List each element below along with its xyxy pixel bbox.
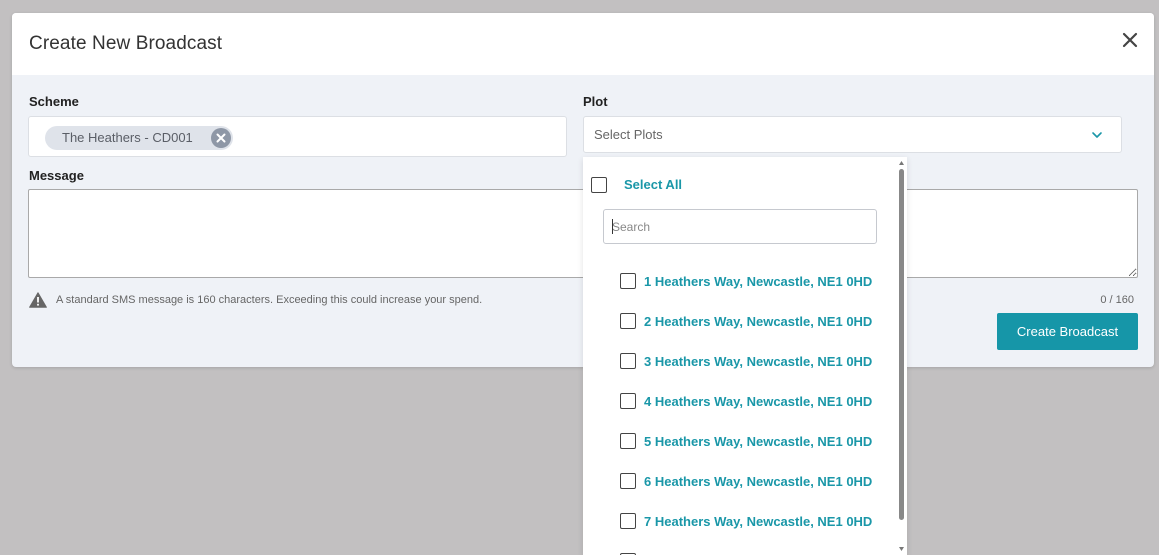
plot-option[interactable]: 4 Heathers Way, Newcastle, NE1 0HD [583,381,893,421]
modal-title: Create New Broadcast [29,33,223,54]
plot-option-label: 7 Heathers Way, Newcastle, NE1 0HD [644,514,873,529]
plot-option-checkbox[interactable] [620,273,636,289]
close-button[interactable] [1122,32,1138,48]
char-count: 0 / 160 [1100,294,1134,306]
plot-option-checkbox[interactable] [620,433,636,449]
plot-search-input[interactable] [603,209,877,244]
plot-option[interactable]: 2 Heathers Way, Newcastle, NE1 0HD [583,301,893,341]
message-label: Message [29,168,84,183]
plot-select[interactable]: Select Plots [583,116,1122,153]
plot-select-placeholder: Select Plots [594,127,663,142]
warning-icon [29,292,47,308]
plot-option-checkbox[interactable] [620,393,636,409]
scheme-label: Scheme [29,94,79,109]
scheme-chip: The Heathers - CD001 [45,126,233,150]
plot-option-label: 6 Heathers Way, Newcastle, NE1 0HD [644,474,873,489]
scroll-down-arrow-icon[interactable] [898,546,905,552]
create-broadcast-button[interactable]: Create Broadcast [997,313,1138,350]
dropdown-scrollbar[interactable] [896,157,907,555]
select-all-checkbox[interactable] [591,177,607,193]
plot-option-checkbox[interactable] [620,313,636,329]
plot-option-checkbox[interactable] [620,473,636,489]
sms-warning-text: A standard SMS message is 160 characters… [56,294,483,306]
scheme-chip-label: The Heathers - CD001 [62,130,193,145]
plot-option[interactable]: 3 Heathers Way, Newcastle, NE1 0HD [583,341,893,381]
plot-option[interactable]: 5 Heathers Way, Newcastle, NE1 0HD [583,421,893,461]
plot-option[interactable]: 6 Heathers Way, Newcastle, NE1 0HD [583,461,893,501]
scroll-thumb[interactable] [899,169,904,520]
plot-option-label: 2 Heathers Way, Newcastle, NE1 0HD [644,314,873,329]
plot-option-checkbox[interactable] [620,353,636,369]
scroll-up-arrow-icon[interactable] [898,160,905,166]
modal-header: Create New Broadcast [12,13,1154,75]
plot-option[interactable]: 8 Heathers Way, Newcastle, NE1 0HD [583,541,893,555]
plot-option-label: 3 Heathers Way, Newcastle, NE1 0HD [644,354,873,369]
remove-icon [216,133,226,143]
plot-option-checkbox[interactable] [620,513,636,529]
close-icon [1122,32,1138,48]
remove-chip-button[interactable] [211,128,231,148]
plot-label: Plot [583,94,608,109]
plot-option-label: 1 Heathers Way, Newcastle, NE1 0HD [644,274,873,289]
scheme-multiselect[interactable]: The Heathers - CD001 [28,116,567,157]
chevron-down-icon [1092,132,1102,138]
plot-option-label: 4 Heathers Way, Newcastle, NE1 0HD [644,394,873,409]
plot-option[interactable]: 1 Heathers Way, Newcastle, NE1 0HD [583,261,893,301]
text-caret [612,219,613,234]
select-all-label[interactable]: Select All [624,177,682,192]
plot-option[interactable]: 7 Heathers Way, Newcastle, NE1 0HD [583,501,893,541]
plot-dropdown-panel: Select All 1 Heathers Way, Newcastle, NE… [583,157,907,555]
plot-option-label: 5 Heathers Way, Newcastle, NE1 0HD [644,434,873,449]
